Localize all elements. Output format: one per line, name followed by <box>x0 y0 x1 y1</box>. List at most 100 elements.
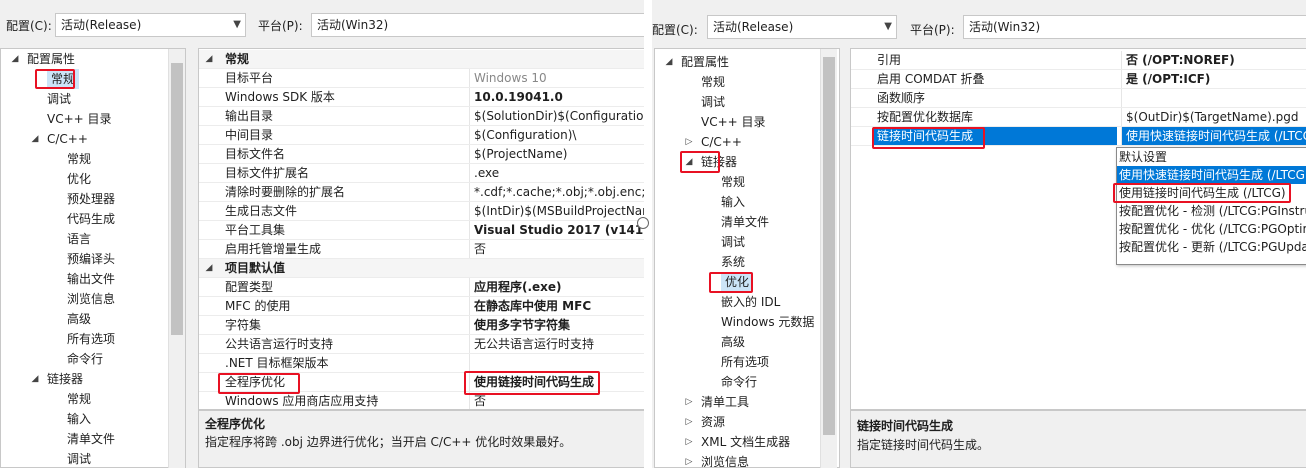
tree-item[interactable]: 预编译头 <box>1 249 169 269</box>
property-row[interactable]: Windows 应用商店应用支持 否 <box>199 392 644 409</box>
left-config-combo[interactable]: 活动(Release) ▼ <box>55 13 246 37</box>
separator-handle-icon[interactable] <box>637 217 649 229</box>
tree-item[interactable]: ▷ 浏览信息 <box>655 452 823 467</box>
property-row[interactable]: 输出目录 $(SolutionDir)$(Configuration)\ <box>199 107 644 126</box>
property-row[interactable]: 字符集 使用多字节字符集 <box>199 316 644 335</box>
tree-item[interactable]: 输出文件 <box>1 269 169 289</box>
dropdown-option[interactable]: 按配置优化 - 更新 (/LTCG:PGUpdate) <box>1117 238 1306 256</box>
tree-item[interactable]: VC++ 目录 <box>1 109 169 129</box>
tree-item[interactable]: 常规 <box>1 69 169 89</box>
left-platform-combo[interactable]: 活动(Win32) <box>311 13 644 37</box>
property-value[interactable]: Visual Studio 2017 (v141) <box>469 221 644 239</box>
property-value[interactable] <box>1121 89 1306 107</box>
left-tree-scrollbar[interactable] <box>168 49 185 468</box>
property-value[interactable]: 否 (/OPT:NOREF) <box>1121 51 1306 69</box>
property-row[interactable]: 链接时间代码生成使用快速链接时间代码生成 (/LTCG:incremental) <box>851 127 1306 146</box>
tree-item[interactable]: 高级 <box>655 332 823 352</box>
tree-item[interactable]: 语言 <box>1 229 169 249</box>
property-row[interactable]: 目标文件名 $(ProjectName) <box>199 145 644 164</box>
property-value[interactable]: 无公共语言运行时支持 <box>469 335 644 353</box>
property-row[interactable]: 目标文件扩展名 .exe <box>199 164 644 183</box>
collapsed-arrow-icon[interactable]: ▷ <box>683 432 695 452</box>
expanded-arrow-icon[interactable]: ◢ <box>203 50 215 68</box>
property-value[interactable]: *.cdf;*.cache;*.obj;*.obj.enc;*.ilk <box>469 183 644 201</box>
collapsed-arrow-icon[interactable]: ▷ <box>683 452 695 467</box>
expanded-arrow-icon[interactable]: ◢ <box>683 152 695 172</box>
property-value[interactable]: 否 <box>469 392 644 409</box>
collapsed-arrow-icon[interactable]: ▷ <box>683 132 695 152</box>
tree-item[interactable]: 常规 <box>1 389 169 409</box>
property-category[interactable]: ◢ 项目默认值 <box>199 259 644 278</box>
tree-item[interactable]: 代码生成 <box>1 209 169 229</box>
property-value[interactable] <box>469 354 644 372</box>
tree-item[interactable]: 调试 <box>655 232 823 252</box>
property-row[interactable]: 配置类型 应用程序(.exe) <box>199 278 644 297</box>
property-row[interactable]: 引用 否 (/OPT:NOREF) <box>851 51 1306 70</box>
tree-item[interactable]: 常规 <box>655 172 823 192</box>
tree-item[interactable]: 常规 <box>655 72 823 92</box>
collapsed-arrow-icon[interactable]: ▷ <box>683 392 695 412</box>
tree-item[interactable]: 系统 <box>655 252 823 272</box>
dropdown-option[interactable]: 使用链接时间代码生成 (/LTCG) <box>1117 184 1306 202</box>
tree-item[interactable]: ◢ 配置属性 <box>655 52 823 72</box>
collapsed-arrow-icon[interactable]: ▷ <box>683 412 695 432</box>
tree-item[interactable]: 清单文件 <box>655 212 823 232</box>
tree-item[interactable]: VC++ 目录 <box>655 112 823 132</box>
property-value[interactable]: 10.0.19041.0 <box>469 88 644 106</box>
tree-item[interactable]: ▷ 资源 <box>655 412 823 432</box>
expanded-arrow-icon[interactable]: ◢ <box>29 129 41 149</box>
ltcg-dropdown-list[interactable]: 默认设置使用快速链接时间代码生成 (/LTCG:incremental)使用链接… <box>1116 147 1306 265</box>
property-row[interactable]: 目标平台 Windows 10 <box>199 69 644 88</box>
property-row[interactable]: 启用托管增量生成 否 <box>199 240 644 259</box>
left-property-tree[interactable]: ◢ 配置属性 常规 调试 VC++ 目录 ◢ C/C++ 常规 优化 预处理器 代码生成 语言 预编译头… <box>0 48 186 468</box>
property-value[interactable]: $(Configuration)\ <box>469 126 644 144</box>
left-tree-scroll-thumb[interactable] <box>171 63 183 335</box>
dropdown-option[interactable]: 按配置优化 - 检测 (/LTCG:PGInstrument) <box>1117 202 1306 220</box>
tree-item[interactable]: 高级 <box>1 309 169 329</box>
tree-item[interactable]: ◢ 链接器 <box>1 369 169 389</box>
tree-item[interactable]: ▷ 清单工具 <box>655 392 823 412</box>
expanded-arrow-icon[interactable]: ◢ <box>29 369 41 389</box>
property-row[interactable]: 生成日志文件 $(IntDir)$(MSBuildProjectName).log <box>199 202 644 221</box>
tree-item[interactable]: ◢ 配置属性 <box>1 49 169 69</box>
tree-item[interactable]: 调试 <box>655 92 823 112</box>
property-value[interactable]: 使用快速链接时间代码生成 (/LTCG:incremental) <box>1121 127 1306 145</box>
tree-item[interactable]: 嵌入的 IDL <box>655 292 823 312</box>
tree-item[interactable]: 输入 <box>655 192 823 212</box>
property-row[interactable]: 中间目录 $(Configuration)\ <box>199 126 644 145</box>
tree-item[interactable]: 所有选项 <box>1 329 169 349</box>
tree-item[interactable]: 调试 <box>1 89 169 109</box>
tree-item[interactable]: 所有选项 <box>655 352 823 372</box>
property-value[interactable]: $(IntDir)$(MSBuildProjectName).log <box>469 202 644 220</box>
tree-item[interactable]: 浏览信息 <box>1 289 169 309</box>
tree-item[interactable]: ▷ XML 文档生成器 <box>655 432 823 452</box>
tree-item[interactable]: 预处理器 <box>1 189 169 209</box>
tree-item[interactable]: 输入 <box>1 409 169 429</box>
right-platform-combo[interactable]: 活动(Win32) <box>963 15 1306 39</box>
property-value[interactable]: .exe <box>469 164 644 182</box>
property-row[interactable]: MFC 的使用 在静态库中使用 MFC <box>199 297 644 316</box>
dropdown-option[interactable]: 按配置优化 - 优化 (/LTCG:PGOptimize) <box>1117 220 1306 238</box>
property-value[interactable]: 使用链接时间代码生成 <box>469 373 644 391</box>
tree-item[interactable]: ▷ C/C++ <box>655 132 823 152</box>
property-row[interactable]: 启用 COMDAT 折叠 是 (/OPT:ICF) <box>851 70 1306 89</box>
property-row[interactable]: .NET 目标框架版本 <box>199 354 644 373</box>
property-value[interactable]: 应用程序(.exe) <box>469 278 644 296</box>
expanded-arrow-icon[interactable]: ◢ <box>663 52 675 72</box>
property-row[interactable]: 平台工具集 Visual Studio 2017 (v141) <box>199 221 644 240</box>
property-value[interactable]: 在静态库中使用 MFC <box>469 297 644 315</box>
tree-item[interactable]: 调试 <box>1 449 169 467</box>
tree-item[interactable]: ◢ 链接器 <box>655 152 823 172</box>
property-row[interactable]: Windows SDK 版本 10.0.19041.0 <box>199 88 644 107</box>
tree-item[interactable]: ◢ C/C++ <box>1 129 169 149</box>
left-property-grid[interactable]: ◢ 常规 目标平台 Windows 10 Windows SDK 版本 10.0.1904… <box>198 48 644 410</box>
property-value[interactable]: 是 (/OPT:ICF) <box>1121 70 1306 88</box>
property-value[interactable]: Windows 10 <box>469 69 644 87</box>
tree-item[interactable]: 清单文件 <box>1 429 169 449</box>
dropdown-option[interactable]: 默认设置 <box>1117 148 1306 166</box>
tree-item[interactable]: 命令行 <box>1 349 169 369</box>
property-row[interactable]: 公共语言运行时支持 无公共语言运行时支持 <box>199 335 644 354</box>
property-value[interactable]: $(OutDir)$(TargetName).pgd <box>1121 108 1306 126</box>
property-row[interactable]: 函数顺序 <box>851 89 1306 108</box>
expanded-arrow-icon[interactable]: ◢ <box>203 259 215 277</box>
